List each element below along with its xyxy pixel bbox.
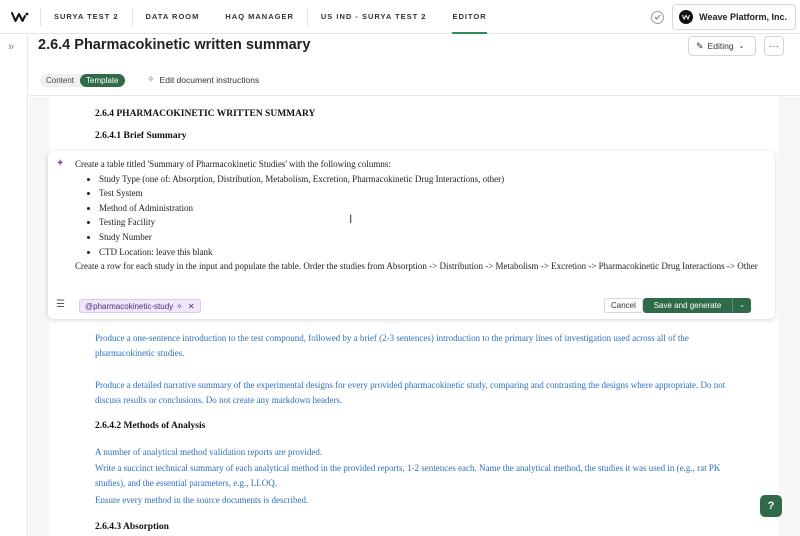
subsection-heading-methods: 2.6.4.2 Methods of Analysis <box>95 421 206 431</box>
list-item: Method of Administration <box>99 201 760 216</box>
prompt-editor[interactable]: Create a table titled 'Summary of Pharma… <box>75 157 760 274</box>
sparkle-icon: ✧ <box>147 74 155 84</box>
org-logo-icon <box>679 10 694 24</box>
nav-item-submission[interactable]: US IND - SURYA TEST 2 <box>308 0 440 34</box>
instruction-paragraph[interactable]: Produce a one-sentence introduction to t… <box>95 331 745 361</box>
list-item: Study Type (one of: Absorption, Distribu… <box>99 172 760 187</box>
ai-sparkle-icon: ✦ <box>56 158 65 169</box>
list-item: Testing Facility <box>99 215 760 230</box>
list-item: Study Number <box>99 230 760 245</box>
instruction-paragraph[interactable]: Write a succinct technical summary of ea… <box>95 461 745 491</box>
weave-logo-icon <box>11 11 29 22</box>
help-button[interactable]: ? <box>760 495 782 517</box>
expand-sidebar-icon[interactable]: » <box>8 41 14 53</box>
instruction-paragraph[interactable]: Ensure every method in the source docume… <box>95 493 745 508</box>
tab-template[interactable]: Template <box>80 74 125 87</box>
edit-instructions-label: Edit document instructions <box>159 74 260 85</box>
chip-label: @pharmacokinetic-study <box>85 301 174 311</box>
context-chip[interactable]: @pharmacokinetic-study ✧ ✕ <box>79 299 201 313</box>
help-icon: ? <box>767 500 775 512</box>
list-item: Test System <box>99 186 760 201</box>
close-icon[interactable]: ✕ <box>188 302 195 311</box>
instruction-paragraph[interactable]: A number of analytical method validation… <box>95 445 745 460</box>
page-title: 2.6.4 Pharmacokinetic written summary <box>38 37 311 53</box>
save-and-generate-button[interactable]: Save and generate ⌄ <box>643 298 751 313</box>
editing-mode-button[interactable]: ✎ Editing ⌄ <box>688 36 756 56</box>
pencil-icon: ✎ <box>696 40 704 51</box>
save-and-generate-label: Save and generate <box>643 298 733 313</box>
subsection-heading-absorption: 2.6.4.3 Absorption <box>95 522 169 532</box>
tab-content[interactable]: Content <box>40 74 80 87</box>
nav-item-data-room[interactable]: DATA ROOM <box>133 0 213 34</box>
left-rail: » <box>0 35 28 536</box>
nav-item-editor[interactable]: EDITOR <box>439 0 499 34</box>
ai-prompt-card[interactable]: ✦ Create a table titled 'Summary of Phar… <box>48 151 775 319</box>
section-heading: 2.6.4 PHARMACOKINETIC WRITTEN SUMMARY <box>95 109 316 119</box>
top-nav: SURYA TEST 2 DATA ROOM HAQ MANAGER US IN… <box>0 0 800 34</box>
prompt-intro: Create a table titled 'Summary of Pharma… <box>75 159 391 169</box>
prompt-outro: Create a row for each study in the input… <box>75 261 758 272</box>
editing-label: Editing <box>707 41 734 51</box>
sliders-icon[interactable]: ☰ <box>56 299 65 310</box>
chip-sparkle-icon: ✧ <box>176 301 183 311</box>
subsection-heading-brief-summary: 2.6.4.1 Brief Summary <box>95 131 187 141</box>
chevron-down-icon: ⌄ <box>738 43 745 50</box>
cancel-button[interactable]: Cancel <box>604 298 643 313</box>
content-toolbar: Content Template ✧ Edit document instruc… <box>29 64 800 96</box>
list-item: CTD Location: leave this blank <box>99 245 760 260</box>
chevron-down-icon[interactable]: ⌄ <box>733 298 751 313</box>
edit-instructions-button[interactable]: ✧ Edit document instructions <box>147 74 259 85</box>
text-cursor-icon: I <box>349 212 353 226</box>
instruction-paragraph[interactable]: Produce a detailed narrative summary of … <box>95 378 745 408</box>
prompt-footer: ☰ @pharmacokinetic-study ✧ ✕ Cancel Save… <box>48 296 775 316</box>
more-options-button[interactable]: ··· <box>764 36 784 56</box>
org-switcher-button[interactable]: Weave Platform, Inc. <box>672 4 796 30</box>
sync-check-icon[interactable] <box>651 10 665 24</box>
org-name: Weave Platform, Inc. <box>699 12 787 22</box>
nav-item-haq-manager[interactable]: HAQ MANAGER <box>212 0 307 34</box>
view-toggle: Content Template <box>40 74 125 87</box>
app-logo[interactable] <box>0 0 40 34</box>
prompt-column-list: Study Type (one of: Absorption, Distribu… <box>99 172 760 260</box>
nav-item-project[interactable]: SURYA TEST 2 <box>41 0 132 34</box>
